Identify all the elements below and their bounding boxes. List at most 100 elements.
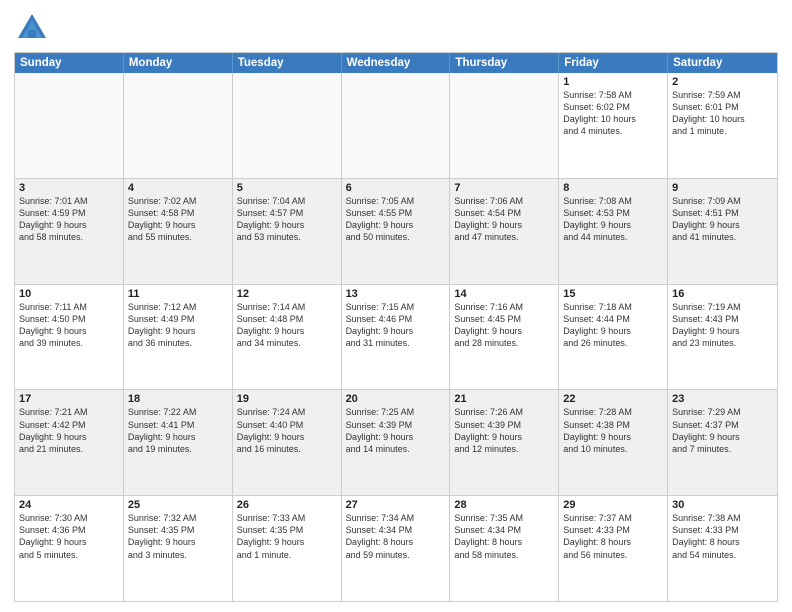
cell-info: Sunrise: 7:18 AM Sunset: 4:44 PM Dayligh… <box>563 301 663 350</box>
header <box>14 10 778 46</box>
day-number: 22 <box>563 393 663 405</box>
calendar-cell: 19Sunrise: 7:24 AM Sunset: 4:40 PM Dayli… <box>233 390 342 495</box>
calendar-cell: 6Sunrise: 7:05 AM Sunset: 4:55 PM Daylig… <box>342 179 451 284</box>
calendar-cell: 30Sunrise: 7:38 AM Sunset: 4:33 PM Dayli… <box>668 496 777 601</box>
cell-info: Sunrise: 7:08 AM Sunset: 4:53 PM Dayligh… <box>563 195 663 244</box>
calendar-cell <box>342 73 451 178</box>
day-header-friday: Friday <box>559 53 668 73</box>
day-number: 9 <box>672 182 773 194</box>
cell-info: Sunrise: 7:22 AM Sunset: 4:41 PM Dayligh… <box>128 406 228 455</box>
calendar-cell: 7Sunrise: 7:06 AM Sunset: 4:54 PM Daylig… <box>450 179 559 284</box>
calendar-cell: 28Sunrise: 7:35 AM Sunset: 4:34 PM Dayli… <box>450 496 559 601</box>
cell-info: Sunrise: 7:59 AM Sunset: 6:01 PM Dayligh… <box>672 89 773 138</box>
day-header-thursday: Thursday <box>450 53 559 73</box>
day-number: 17 <box>19 393 119 405</box>
day-number: 24 <box>19 499 119 511</box>
cell-info: Sunrise: 7:21 AM Sunset: 4:42 PM Dayligh… <box>19 406 119 455</box>
cell-info: Sunrise: 7:33 AM Sunset: 4:35 PM Dayligh… <box>237 512 337 561</box>
calendar-cell: 29Sunrise: 7:37 AM Sunset: 4:33 PM Dayli… <box>559 496 668 601</box>
day-number: 30 <box>672 499 773 511</box>
calendar-cell <box>15 73 124 178</box>
cell-info: Sunrise: 7:35 AM Sunset: 4:34 PM Dayligh… <box>454 512 554 561</box>
cell-info: Sunrise: 7:34 AM Sunset: 4:34 PM Dayligh… <box>346 512 446 561</box>
cell-info: Sunrise: 7:37 AM Sunset: 4:33 PM Dayligh… <box>563 512 663 561</box>
day-number: 27 <box>346 499 446 511</box>
calendar-week-5: 24Sunrise: 7:30 AM Sunset: 4:36 PM Dayli… <box>15 495 777 601</box>
calendar-cell <box>450 73 559 178</box>
cell-info: Sunrise: 7:01 AM Sunset: 4:59 PM Dayligh… <box>19 195 119 244</box>
day-number: 18 <box>128 393 228 405</box>
day-number: 29 <box>563 499 663 511</box>
day-number: 23 <box>672 393 773 405</box>
calendar-cell: 5Sunrise: 7:04 AM Sunset: 4:57 PM Daylig… <box>233 179 342 284</box>
day-number: 7 <box>454 182 554 194</box>
cell-info: Sunrise: 7:12 AM Sunset: 4:49 PM Dayligh… <box>128 301 228 350</box>
calendar-cell: 24Sunrise: 7:30 AM Sunset: 4:36 PM Dayli… <box>15 496 124 601</box>
calendar-header: SundayMondayTuesdayWednesdayThursdayFrid… <box>15 53 777 73</box>
page: SundayMondayTuesdayWednesdayThursdayFrid… <box>0 0 792 612</box>
day-number: 25 <box>128 499 228 511</box>
calendar-cell: 11Sunrise: 7:12 AM Sunset: 4:49 PM Dayli… <box>124 285 233 390</box>
day-header-sunday: Sunday <box>15 53 124 73</box>
calendar-cell: 14Sunrise: 7:16 AM Sunset: 4:45 PM Dayli… <box>450 285 559 390</box>
calendar-cell: 10Sunrise: 7:11 AM Sunset: 4:50 PM Dayli… <box>15 285 124 390</box>
cell-info: Sunrise: 7:11 AM Sunset: 4:50 PM Dayligh… <box>19 301 119 350</box>
cell-info: Sunrise: 7:06 AM Sunset: 4:54 PM Dayligh… <box>454 195 554 244</box>
day-number: 3 <box>19 182 119 194</box>
cell-info: Sunrise: 7:38 AM Sunset: 4:33 PM Dayligh… <box>672 512 773 561</box>
cell-info: Sunrise: 7:05 AM Sunset: 4:55 PM Dayligh… <box>346 195 446 244</box>
calendar-cell: 21Sunrise: 7:26 AM Sunset: 4:39 PM Dayli… <box>450 390 559 495</box>
cell-info: Sunrise: 7:16 AM Sunset: 4:45 PM Dayligh… <box>454 301 554 350</box>
day-number: 20 <box>346 393 446 405</box>
calendar-cell: 9Sunrise: 7:09 AM Sunset: 4:51 PM Daylig… <box>668 179 777 284</box>
day-header-monday: Monday <box>124 53 233 73</box>
calendar-week-2: 3Sunrise: 7:01 AM Sunset: 4:59 PM Daylig… <box>15 178 777 284</box>
cell-info: Sunrise: 7:15 AM Sunset: 4:46 PM Dayligh… <box>346 301 446 350</box>
day-number: 6 <box>346 182 446 194</box>
calendar-cell: 27Sunrise: 7:34 AM Sunset: 4:34 PM Dayli… <box>342 496 451 601</box>
calendar-week-3: 10Sunrise: 7:11 AM Sunset: 4:50 PM Dayli… <box>15 284 777 390</box>
calendar-body: 1Sunrise: 7:58 AM Sunset: 6:02 PM Daylig… <box>15 73 777 601</box>
calendar-cell: 1Sunrise: 7:58 AM Sunset: 6:02 PM Daylig… <box>559 73 668 178</box>
calendar-cell: 25Sunrise: 7:32 AM Sunset: 4:35 PM Dayli… <box>124 496 233 601</box>
day-number: 5 <box>237 182 337 194</box>
day-number: 28 <box>454 499 554 511</box>
day-number: 1 <box>563 76 663 88</box>
cell-info: Sunrise: 7:58 AM Sunset: 6:02 PM Dayligh… <box>563 89 663 138</box>
cell-info: Sunrise: 7:30 AM Sunset: 4:36 PM Dayligh… <box>19 512 119 561</box>
logo <box>14 10 54 46</box>
day-number: 21 <box>454 393 554 405</box>
calendar-cell: 3Sunrise: 7:01 AM Sunset: 4:59 PM Daylig… <box>15 179 124 284</box>
calendar-cell: 22Sunrise: 7:28 AM Sunset: 4:38 PM Dayli… <box>559 390 668 495</box>
calendar-cell: 8Sunrise: 7:08 AM Sunset: 4:53 PM Daylig… <box>559 179 668 284</box>
cell-info: Sunrise: 7:26 AM Sunset: 4:39 PM Dayligh… <box>454 406 554 455</box>
calendar-cell: 15Sunrise: 7:18 AM Sunset: 4:44 PM Dayli… <box>559 285 668 390</box>
calendar-cell: 17Sunrise: 7:21 AM Sunset: 4:42 PM Dayli… <box>15 390 124 495</box>
day-header-tuesday: Tuesday <box>233 53 342 73</box>
cell-info: Sunrise: 7:25 AM Sunset: 4:39 PM Dayligh… <box>346 406 446 455</box>
logo-icon <box>14 10 50 46</box>
cell-info: Sunrise: 7:29 AM Sunset: 4:37 PM Dayligh… <box>672 406 773 455</box>
day-number: 4 <box>128 182 228 194</box>
cell-info: Sunrise: 7:32 AM Sunset: 4:35 PM Dayligh… <box>128 512 228 561</box>
day-number: 19 <box>237 393 337 405</box>
calendar-cell <box>233 73 342 178</box>
cell-info: Sunrise: 7:04 AM Sunset: 4:57 PM Dayligh… <box>237 195 337 244</box>
calendar-cell: 4Sunrise: 7:02 AM Sunset: 4:58 PM Daylig… <box>124 179 233 284</box>
cell-info: Sunrise: 7:02 AM Sunset: 4:58 PM Dayligh… <box>128 195 228 244</box>
day-number: 13 <box>346 288 446 300</box>
cell-info: Sunrise: 7:14 AM Sunset: 4:48 PM Dayligh… <box>237 301 337 350</box>
calendar-cell: 20Sunrise: 7:25 AM Sunset: 4:39 PM Dayli… <box>342 390 451 495</box>
cell-info: Sunrise: 7:24 AM Sunset: 4:40 PM Dayligh… <box>237 406 337 455</box>
day-header-saturday: Saturday <box>668 53 777 73</box>
day-number: 8 <box>563 182 663 194</box>
calendar-cell <box>124 73 233 178</box>
day-number: 26 <box>237 499 337 511</box>
calendar-week-1: 1Sunrise: 7:58 AM Sunset: 6:02 PM Daylig… <box>15 73 777 178</box>
calendar-cell: 13Sunrise: 7:15 AM Sunset: 4:46 PM Dayli… <box>342 285 451 390</box>
cell-info: Sunrise: 7:28 AM Sunset: 4:38 PM Dayligh… <box>563 406 663 455</box>
calendar: SundayMondayTuesdayWednesdayThursdayFrid… <box>14 52 778 602</box>
calendar-week-4: 17Sunrise: 7:21 AM Sunset: 4:42 PM Dayli… <box>15 389 777 495</box>
cell-info: Sunrise: 7:19 AM Sunset: 4:43 PM Dayligh… <box>672 301 773 350</box>
cell-info: Sunrise: 7:09 AM Sunset: 4:51 PM Dayligh… <box>672 195 773 244</box>
